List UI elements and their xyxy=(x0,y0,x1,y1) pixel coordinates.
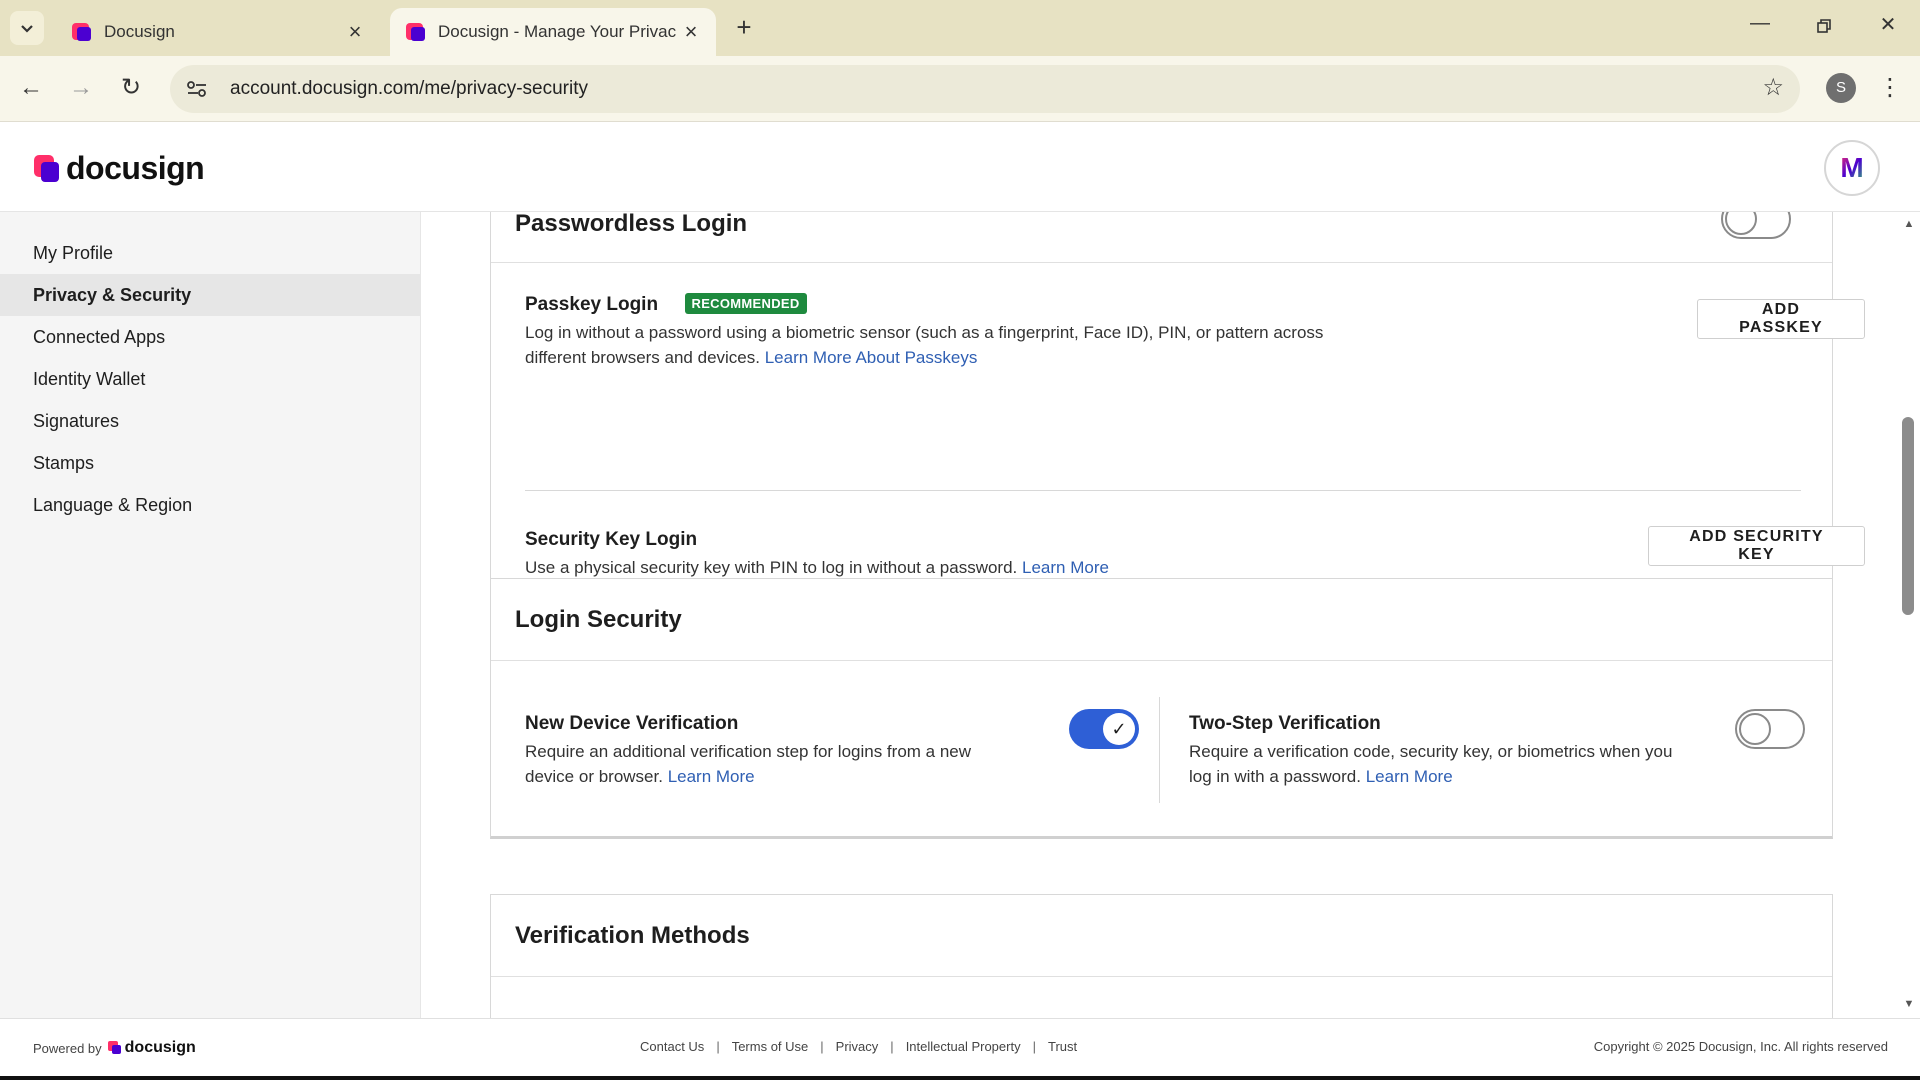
passkey-desc-line2: different browsers and devices. xyxy=(525,348,760,367)
sidebar-item-connected-apps[interactable]: Connected Apps xyxy=(0,316,420,358)
url-text: account.docusign.com/me/privacy-security xyxy=(230,78,588,99)
bookmark-star-icon[interactable]: ☆ xyxy=(1762,73,1784,102)
learn-more-two-step-link[interactable]: Learn More xyxy=(1366,767,1453,786)
close-icon[interactable]: × xyxy=(344,19,366,45)
divider xyxy=(525,490,1801,491)
browser-tab-privacy[interactable]: Docusign - Manage Your Privac × xyxy=(390,8,716,56)
card-title: Verification Methods xyxy=(491,895,1832,977)
footer-links: Contact Us | Terms of Use | Privacy | In… xyxy=(640,1039,1078,1054)
browser-menu-icon[interactable]: ⋮ xyxy=(1878,72,1902,106)
login-security-card: Login Security New Device Verification R… xyxy=(490,578,1833,839)
add-passkey-button[interactable]: ADD PASSKEY xyxy=(1697,299,1865,339)
check-icon: ✓ xyxy=(1103,713,1135,745)
app-header: docusign M xyxy=(0,122,1920,212)
docusign-logo-icon xyxy=(34,154,60,183)
passkey-desc-line1: Log in without a password using a biomet… xyxy=(525,323,1324,342)
scroll-up-arrow-icon[interactable]: ▲ xyxy=(1903,218,1915,230)
browser-toolbar: ← → ↻ account.docusign.com/me/privacy-se… xyxy=(0,56,1920,122)
footer-link-trust[interactable]: Trust xyxy=(1048,1039,1077,1054)
sidebar-item-identity-wallet[interactable]: Identity Wallet xyxy=(0,358,420,400)
main-content: Passwordless Login Passkey Login RECOMME… xyxy=(422,212,1898,1018)
page-footer: Powered by docusign Contact Us | Terms o… xyxy=(0,1018,1920,1076)
verification-methods-card: Verification Methods xyxy=(490,894,1833,1018)
tab-search-button[interactable] xyxy=(10,11,44,45)
address-bar[interactable]: account.docusign.com/me/privacy-security… xyxy=(170,65,1800,113)
divider xyxy=(1159,697,1160,803)
copyright-text: Copyright © 2025 Docusign, Inc. All righ… xyxy=(1593,1039,1888,1054)
restore-window-icon[interactable] xyxy=(1804,12,1844,44)
add-security-key-button[interactable]: ADD SECURITY KEY xyxy=(1648,526,1865,566)
reload-icon[interactable]: ↻ xyxy=(114,72,148,106)
sidebar-item-stamps[interactable]: Stamps xyxy=(0,442,420,484)
new-device-title: New Device Verification xyxy=(525,713,739,734)
sidebar-item-signatures[interactable]: Signatures xyxy=(0,400,420,442)
close-window-icon[interactable]: ✕ xyxy=(1868,12,1908,44)
tab-title: Docusign xyxy=(104,22,175,41)
learn-more-passkeys-link[interactable]: Learn More About Passkeys xyxy=(765,348,978,367)
sidebar-item-privacy-security[interactable]: Privacy & Security xyxy=(0,274,420,316)
sidebar-nav: My Profile Privacy & Security Connected … xyxy=(0,212,421,1018)
browser-tab-bar: Docusign × Docusign - Manage Your Privac… xyxy=(0,0,1920,56)
passkey-login-title: Passkey Login xyxy=(525,294,659,315)
chevron-down-icon xyxy=(21,25,33,33)
security-key-login-row: Security Key Login Use a physical securi… xyxy=(525,529,1425,580)
passwordless-toggle[interactable] xyxy=(1721,212,1791,239)
two-step-verification-toggle[interactable] xyxy=(1735,709,1805,749)
scroll-down-arrow-icon[interactable]: ▼ xyxy=(1903,998,1915,1010)
new-device-verification-toggle[interactable]: ✓ xyxy=(1069,709,1139,749)
scrollbar-thumb[interactable] xyxy=(1902,417,1914,615)
security-key-desc: Use a physical security key with PIN to … xyxy=(525,558,1018,577)
two-step-title: Two-Step Verification xyxy=(1189,713,1381,734)
avatar-initial: M xyxy=(1840,152,1864,183)
close-icon[interactable]: × xyxy=(680,19,702,45)
security-key-title: Security Key Login xyxy=(525,529,698,550)
powered-by-text: Powered by xyxy=(33,1040,102,1056)
main-scrollbar[interactable]: ▲ ▼ xyxy=(1898,212,1920,1018)
footer-link-contact[interactable]: Contact Us xyxy=(640,1039,704,1054)
new-device-desc-line2: device or browser. xyxy=(525,767,663,786)
sidebar-item-language-region[interactable]: Language & Region xyxy=(0,484,420,526)
new-tab-button[interactable]: + xyxy=(730,14,758,42)
new-device-verification-row: New Device Verification Require an addit… xyxy=(525,713,1085,789)
two-step-verification-row: Two-Step Verification Require a verifica… xyxy=(1189,713,1709,789)
tab-title: Docusign - Manage Your Privac xyxy=(438,22,677,41)
powered-by: Powered by docusign xyxy=(33,1039,196,1057)
site-settings-icon[interactable] xyxy=(182,74,212,104)
logo-text: docusign xyxy=(66,150,205,186)
powered-logo-text: docusign xyxy=(124,1039,196,1056)
two-step-desc-line2: log in with a password. xyxy=(1189,767,1361,786)
footer-link-ip[interactable]: Intellectual Property xyxy=(906,1039,1021,1054)
sidebar-item-my-profile[interactable]: My Profile xyxy=(0,232,420,274)
passkey-login-row: Passkey Login RECOMMENDED Log in without… xyxy=(525,293,1425,370)
forward-arrow-icon[interactable]: → xyxy=(64,72,98,106)
screen-bottom-edge xyxy=(0,1076,1920,1080)
card-title: Passwordless Login xyxy=(491,212,1832,263)
two-step-desc-line1: Require a verification code, security ke… xyxy=(1189,742,1673,761)
browser-tab-docusign[interactable]: Docusign × xyxy=(56,8,380,56)
docusign-favicon-icon xyxy=(404,21,426,43)
footer-link-terms[interactable]: Terms of Use xyxy=(732,1039,809,1054)
docusign-logo[interactable]: docusign xyxy=(34,150,205,187)
footer-link-privacy[interactable]: Privacy xyxy=(836,1039,879,1054)
learn-more-new-device-link[interactable]: Learn More xyxy=(668,767,755,786)
card-title: Login Security xyxy=(491,579,1832,661)
back-arrow-icon[interactable]: ← xyxy=(14,72,48,106)
new-device-desc-line1: Require an additional verification step … xyxy=(525,742,972,761)
minimize-window-icon[interactable]: — xyxy=(1740,12,1780,44)
user-avatar[interactable]: M xyxy=(1824,140,1880,196)
browser-profile-avatar[interactable]: S xyxy=(1826,73,1856,103)
recommended-badge: RECOMMENDED xyxy=(684,293,807,314)
docusign-logo-icon xyxy=(107,1041,122,1055)
docusign-favicon-icon xyxy=(70,21,92,43)
learn-more-security-key-link[interactable]: Learn More xyxy=(1022,558,1109,577)
